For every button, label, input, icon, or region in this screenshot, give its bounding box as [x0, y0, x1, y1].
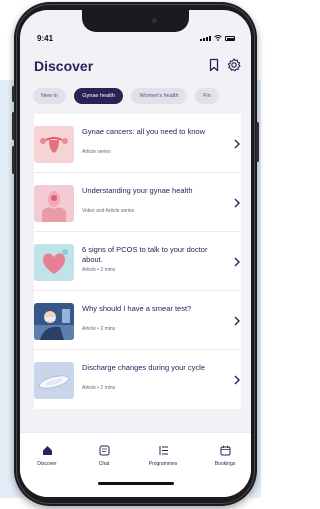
tab-bookings[interactable]: Bookings — [202, 445, 248, 467]
chat-icon — [99, 445, 109, 456]
volume-up-button — [12, 112, 15, 140]
article-meta: Article series — [82, 149, 111, 155]
chevron-right-icon — [234, 139, 240, 149]
article-meta: Article • 2 mins — [82, 326, 116, 332]
list-item[interactable]: Why should I have a smear test? Article … — [34, 291, 241, 350]
tab-label: Bookings — [214, 461, 236, 467]
list-icon — [159, 446, 168, 455]
list-item[interactable]: Understanding your gynae health Video an… — [34, 173, 241, 232]
battery-icon — [225, 36, 235, 41]
signal-icon — [200, 36, 211, 41]
list-item[interactable]: Gynae cancers: all you need to know Arti… — [34, 114, 241, 173]
status-time: 9:41 — [37, 34, 54, 43]
page-header: Discover — [20, 58, 251, 80]
gear-icon[interactable] — [227, 58, 241, 72]
status-icons — [200, 35, 235, 41]
doctor-photo-thumbnail — [34, 303, 74, 340]
heart-illustration-thumbnail — [34, 244, 74, 281]
category-tabs: New in Gynae health Women's health Fin — [20, 88, 251, 106]
tab-fin[interactable]: Fin — [195, 88, 219, 104]
list-item[interactable]: 6 signs of PCOS to talk to your doctor a… — [34, 232, 241, 291]
tab-label: Programmes — [148, 461, 178, 467]
bookmark-icon[interactable] — [207, 58, 221, 72]
wifi-icon — [214, 35, 222, 41]
tab-label: Discover — [37, 461, 57, 467]
notch — [82, 10, 189, 32]
tab-discover[interactable]: Discover — [24, 445, 70, 467]
tab-gynae-health[interactable]: Gynae health — [74, 88, 123, 104]
tab-chat[interactable]: Chat — [81, 445, 127, 467]
bottom-tab-bar: Discover Chat Programmes Bookings — [20, 432, 251, 497]
list-item[interactable]: Discharge changes during your cycle Arti… — [34, 350, 241, 409]
article-title: Discharge changes during your cycle — [82, 363, 205, 372]
home-indicator[interactable] — [98, 482, 174, 485]
mute-switch — [12, 86, 15, 102]
hands-holding-illustration-thumbnail — [34, 185, 74, 222]
chevron-right-icon — [234, 257, 240, 267]
tab-womens-health[interactable]: Women's health — [131, 88, 187, 104]
article-title: 6 signs of PCOS to talk to your doctor a… — [82, 245, 208, 264]
volume-down-button — [12, 146, 15, 174]
tab-programmes[interactable]: Programmes — [140, 445, 186, 467]
article-title: Gynae cancers: all you need to know — [82, 127, 205, 136]
pad-photo-thumbnail — [34, 362, 74, 399]
tab-new-in[interactable]: New in — [33, 88, 66, 104]
article-title: Why should I have a smear test? — [82, 304, 192, 313]
chevron-right-icon — [234, 316, 240, 326]
app-screen: 9:41 Discover New in Gynae health Women'… — [20, 10, 251, 497]
tab-label: Chat — [98, 461, 110, 467]
article-meta: Article • 2 mins — [82, 385, 116, 391]
uterus-illustration-thumbnail — [34, 126, 74, 163]
chevron-right-icon — [234, 198, 240, 208]
article-meta: Video and Article series — [82, 208, 135, 214]
calendar-icon — [220, 445, 230, 456]
article-list: Gynae cancers: all you need to know Arti… — [34, 114, 241, 409]
article-meta: Article • 2 mins — [82, 267, 116, 273]
home-icon — [42, 446, 52, 455]
chevron-right-icon — [234, 375, 240, 385]
camera-icon — [152, 18, 157, 23]
power-button — [256, 122, 259, 162]
article-title: Understanding your gynae health — [82, 186, 193, 195]
page-title: Discover — [34, 58, 94, 74]
